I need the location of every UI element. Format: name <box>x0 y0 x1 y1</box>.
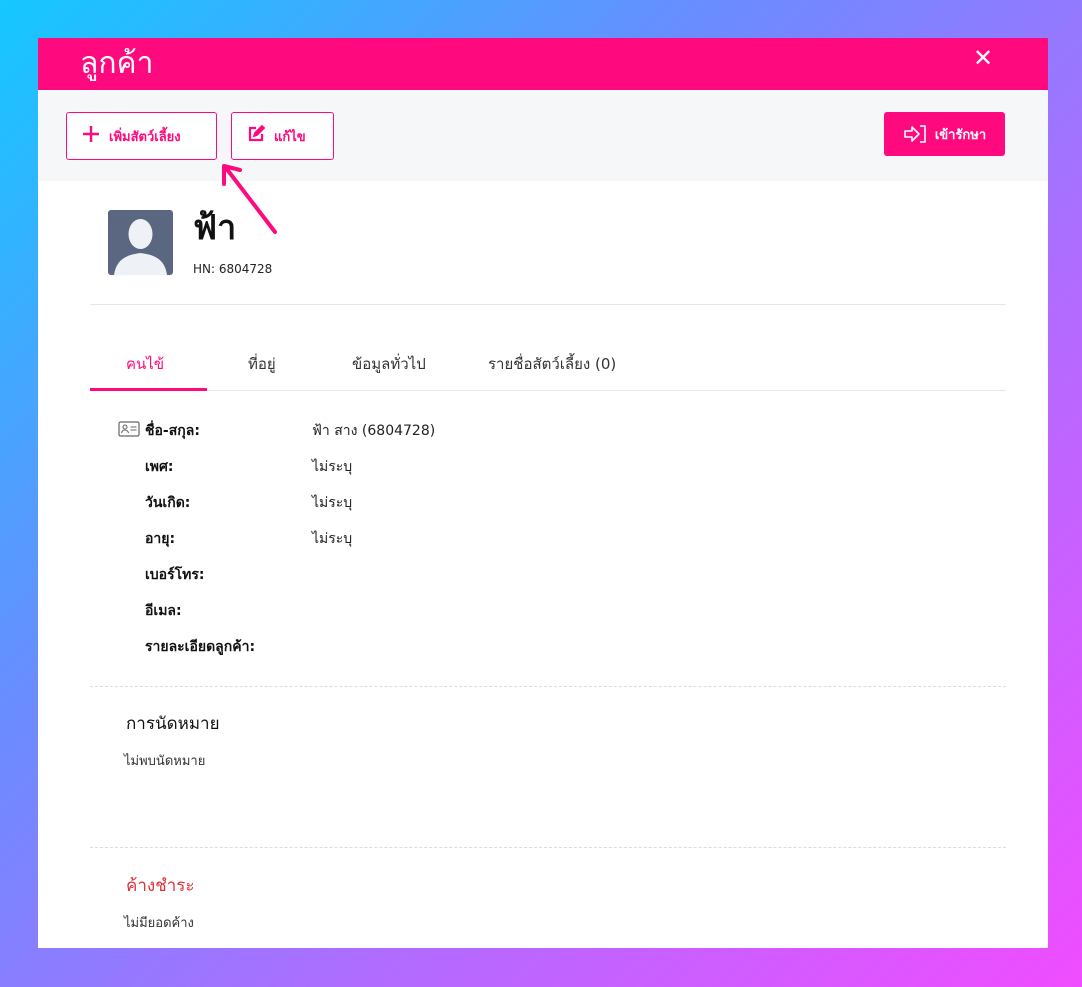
info-value: ไม่ระบุ <box>312 459 353 475</box>
divider <box>90 304 1006 305</box>
info-value: ฟ้า สาง (6804728) <box>312 423 436 439</box>
divider <box>90 686 1006 687</box>
info-label: รายละเอียดลูกค้า: <box>145 639 256 655</box>
info-label: ชื่อ-สกุล: <box>145 423 200 439</box>
edit-label: แก้ไข <box>274 129 306 145</box>
info-label: อีเมล: <box>145 603 182 619</box>
admit-label: เข้ารักษา <box>934 127 987 143</box>
sign-in-icon <box>903 125 927 143</box>
appointments-title: การนัดหมาย <box>126 714 220 734</box>
outstanding-title: ค้างชำระ <box>126 876 195 896</box>
close-button[interactable]: ✕ <box>968 43 998 73</box>
admit-button[interactable]: เข้ารักษา <box>884 112 1005 156</box>
tab-pet-list[interactable]: รายชื่อสัตว์เลี้ยง (0) <box>488 352 616 376</box>
tab-general-info[interactable]: ข้อมูลทั่วไป <box>352 352 426 376</box>
modal-title: ลูกค้า <box>80 46 154 81</box>
divider <box>90 847 1006 848</box>
avatar <box>108 210 173 275</box>
profile-name: ฟ้า <box>193 208 237 248</box>
info-label: เพศ: <box>145 459 174 475</box>
profile-hn: HN: 6804728 <box>193 262 273 276</box>
id-card-icon <box>118 421 140 441</box>
add-pet-label: เพิ่มสัตว์เลี้ยง <box>109 129 181 145</box>
info-value: ไม่ระบุ <box>312 495 353 511</box>
tab-address[interactable]: ที่อยู่ <box>248 352 276 376</box>
info-label: อายุ: <box>145 531 176 547</box>
info-label: เบอร์โทร: <box>145 567 205 583</box>
appointments-empty-text: ไม่พบนัดหมาย <box>124 754 206 769</box>
add-pet-button[interactable]: เพิ่มสัตว์เลี้ยง <box>66 112 217 160</box>
tab-patient[interactable]: คนไข้ <box>126 352 164 376</box>
modal-header: ลูกค้า ✕ <box>38 38 1048 90</box>
toolbar: เพิ่มสัตว์เลี้ยง แก้ไข เข้ารักษา <box>38 90 1048 181</box>
outstanding-empty-text: ไม่มียอดค้าง <box>124 916 194 931</box>
info-label: วันเกิด: <box>145 495 191 511</box>
edit-icon <box>246 124 266 149</box>
info-value: ไม่ระบุ <box>312 531 353 547</box>
tab-bar: คนไข้ ที่อยู่ ข้อมูลทั่วไป รายชื่อสัตว์เ… <box>90 338 1006 391</box>
plus-icon <box>81 124 101 149</box>
active-tab-indicator <box>90 388 207 391</box>
close-icon: ✕ <box>972 44 994 72</box>
customer-modal: ลูกค้า ✕ เพิ่มสัตว์เลี้ยง แก้ไข เข้ารักษ… <box>38 38 1048 948</box>
edit-button[interactable]: แก้ไข <box>231 112 334 160</box>
